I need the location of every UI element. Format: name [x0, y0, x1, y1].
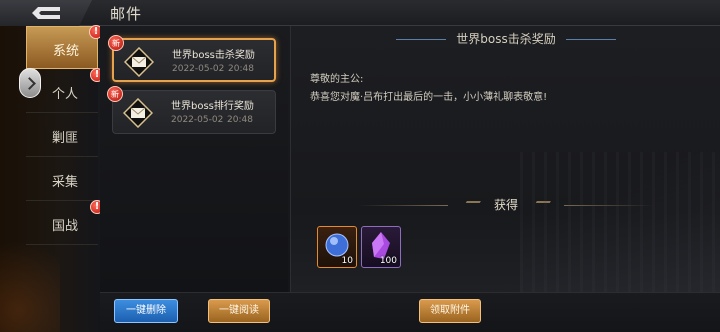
envelope-icon: [124, 47, 154, 77]
mail-subject: 世界boss排行奖励: [171, 101, 254, 112]
action-bar: 一键删除 一键阅读 领取附件: [100, 292, 720, 332]
read-all-button[interactable]: 一键阅读: [208, 299, 270, 323]
sidebar-item-label: 剿匪: [52, 131, 79, 146]
category-sidebar: 系统 ! 个人 ! 剿匪 采集 国战 !: [0, 25, 104, 332]
rewards-label: 获得: [493, 198, 518, 212]
mail-date: 2022-05-02: [172, 64, 225, 74]
sidebar-item-gathering[interactable]: 采集: [26, 158, 98, 201]
delete-all-button[interactable]: 一键删除: [114, 299, 178, 323]
mail-item[interactable]: 新 世界boss排行奖励 2022-05-02 20:48: [107, 86, 276, 134]
mail-detail: 世界boss击杀奖励 尊敬的主公: 恭喜您对魔·吕布打出最后的一击，小小薄礼聊表…: [290, 26, 720, 292]
mail-body: 恭喜您对魔·吕布打出最后的一击，小小薄礼聊表敬意!: [310, 92, 548, 103]
reward-item[interactable]: 10: [317, 226, 357, 268]
reward-item[interactable]: 100: [361, 226, 401, 268]
reward-quantity: 100: [379, 256, 397, 266]
sidebar-item-system[interactable]: 系统 !: [26, 25, 103, 69]
sidebar-item-national-war[interactable]: 国战 !: [26, 200, 104, 245]
sidebar-item-label: 系统: [53, 44, 80, 59]
sidebar-item-label: 采集: [52, 175, 79, 190]
wing-icon: [530, 200, 551, 211]
sidebar-item-label: 个人: [52, 87, 79, 102]
mail-item[interactable]: 新 世界boss击杀奖励 2022-05-02 20:48: [108, 35, 276, 82]
divider: [565, 39, 616, 40]
mail-time: 20:48: [228, 64, 254, 74]
mail-detail-header: 世界boss击杀奖励: [291, 30, 720, 47]
wing-icon: [461, 200, 482, 211]
top-bar: 邮件: [0, 0, 720, 26]
back-button[interactable]: [0, 0, 92, 26]
reward-quantity: 10: [341, 256, 353, 266]
sidebar-item-label: 国战: [52, 219, 79, 234]
divider: [358, 205, 449, 206]
mail-salutation: 尊敬的主公:: [310, 74, 364, 85]
expand-toggle-icon[interactable]: [19, 68, 41, 98]
divider: [396, 39, 447, 40]
mail-time: 20:48: [227, 115, 253, 125]
mail-subject: 世界boss击杀奖励: [172, 50, 255, 61]
divider: [563, 205, 654, 206]
new-badge: 新: [107, 86, 123, 102]
new-badge: 新: [108, 35, 124, 51]
page-title: 邮件: [110, 5, 143, 23]
mail-list: 新 世界boss击杀奖励 2022-05-02 20:48 新 世界boss排行…: [100, 26, 288, 292]
mail-date: 2022-05-02: [171, 115, 224, 125]
sidebar-item-bandits[interactable]: 剿匪: [26, 114, 98, 157]
rewards-header: 获得: [291, 196, 720, 213]
back-arrow-icon: [32, 7, 60, 19]
envelope-icon: [123, 98, 153, 128]
claim-attachments-button[interactable]: 领取附件: [419, 299, 481, 323]
mail-screen: 邮件 系统 ! 个人 ! 剿匪 采集 国战 ! 新 世界boss击杀奖励 202…: [0, 0, 720, 332]
mail-detail-title: 世界boss击杀奖励: [456, 32, 556, 46]
